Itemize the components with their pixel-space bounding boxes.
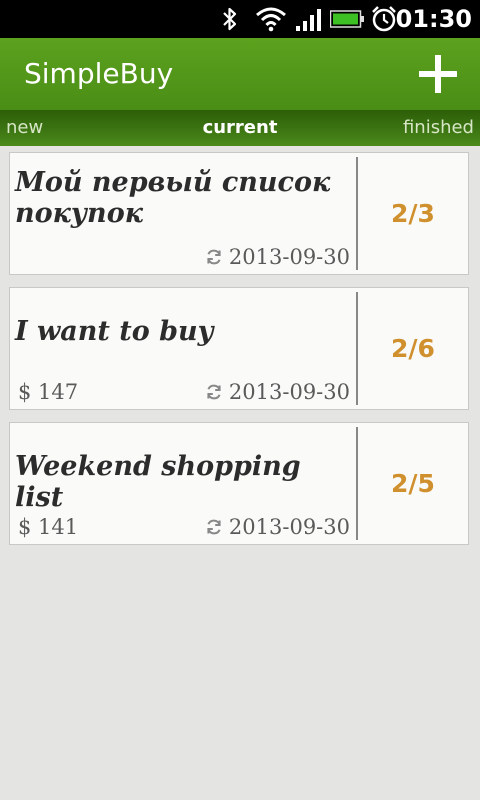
shopping-list-card[interactable]: Weekend shopping list $ 141 2013-09-30 2…: [9, 422, 469, 545]
list-progress-count: 2/5: [391, 469, 435, 498]
list-date: 2013-09-30: [205, 515, 350, 539]
list-name: Мой первый список покупок: [15, 167, 331, 229]
add-list-button[interactable]: [418, 54, 458, 94]
list-name: I want to buy: [15, 316, 214, 347]
clock-time: 01:30: [395, 5, 472, 33]
list-progress-count: 2/3: [391, 199, 435, 228]
tab-finished[interactable]: finished: [403, 110, 474, 146]
refresh-icon: [205, 383, 223, 401]
tab-bar: new current finished: [0, 110, 480, 146]
list-price: $ 147: [18, 380, 79, 404]
bluetooth-icon: [220, 0, 240, 38]
list-date-text: 2013-09-30: [228, 515, 350, 539]
signal-icon: [294, 0, 324, 38]
alarm-icon: [370, 0, 398, 38]
list-progress-count: 2/6: [391, 334, 435, 363]
status-bar: 01:30: [0, 0, 480, 38]
app-title: SimpleBuy: [24, 57, 174, 90]
refresh-icon: [205, 518, 223, 536]
tab-current[interactable]: current: [203, 117, 278, 138]
shopping-list-card[interactable]: I want to buy $ 147 2013-09-30 2/6: [9, 287, 469, 410]
app-bar: SimpleBuy: [0, 38, 480, 110]
shopping-list-card[interactable]: Мой первый список покупок 2013-09-30 2/3: [9, 152, 469, 275]
plus-icon: [419, 55, 457, 93]
list-date: 2013-09-30: [205, 245, 350, 269]
list-price: $ 141: [18, 515, 79, 539]
list-date-text: 2013-09-30: [228, 245, 350, 269]
wifi-icon: [254, 0, 288, 38]
battery-icon: [330, 0, 364, 38]
refresh-icon: [205, 248, 223, 266]
list-date-text: 2013-09-30: [228, 380, 350, 404]
tab-new[interactable]: new: [6, 110, 43, 146]
list-name: Weekend shopping list: [15, 451, 301, 513]
list-date: 2013-09-30: [205, 380, 350, 404]
